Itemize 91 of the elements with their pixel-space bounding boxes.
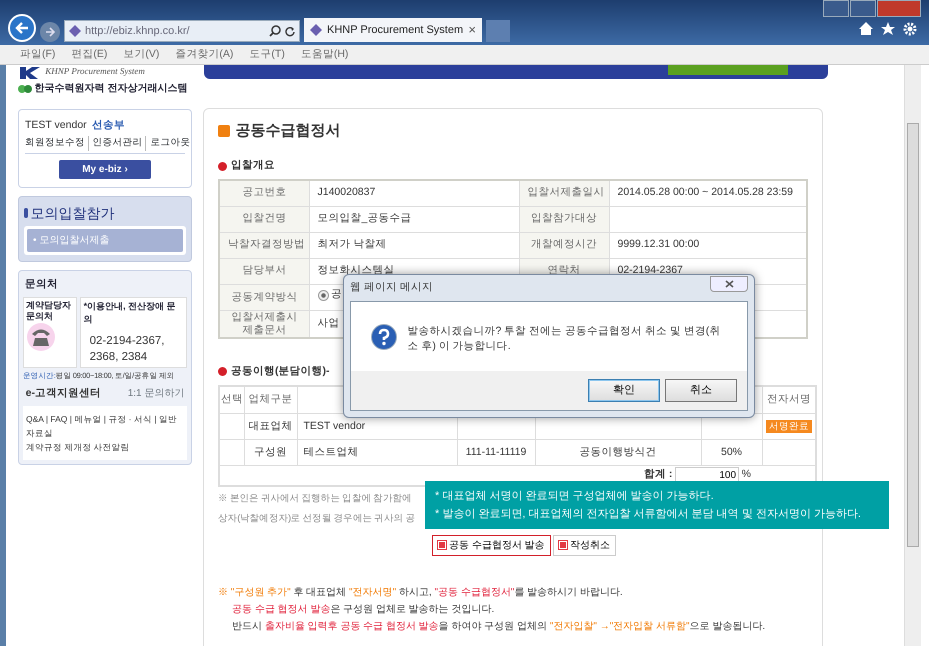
forward-button[interactable]	[40, 22, 60, 42]
tooltip-text: * 대표업체 서명이 완료되면 구성업체에 발송이 가능하다.	[435, 489, 715, 504]
telephone-icon	[26, 322, 56, 352]
table-cell: 대표업체	[244, 414, 297, 440]
company-name: TEST vendor	[25, 118, 87, 133]
leaf-logo-icon	[18, 82, 32, 95]
regulation-notice-link[interactable]: 계약규정 제개정 사전알림	[26, 440, 184, 454]
column-header: 업체구분	[244, 386, 297, 414]
menu-item[interactable]: 파일(F)	[20, 46, 56, 62]
logo-name: 한국수력원자력 전자상거래시스템	[34, 82, 188, 96]
radio-button[interactable]	[318, 290, 328, 301]
table-label: 공동계약방식	[219, 284, 309, 310]
note-text: 공동 수급 협정서 발송은 구성원 업체로 발송하는 것입니다.	[231, 602, 496, 616]
account-link[interactable]: 로그아웃	[145, 136, 190, 151]
search-icon[interactable]	[269, 25, 282, 37]
site-icon	[69, 25, 81, 37]
bullet-icon	[24, 208, 28, 218]
tab-title: KHNP Procurement System	[327, 22, 464, 38]
menu-item[interactable]: 편집(E)	[71, 46, 108, 62]
back-button[interactable]	[8, 14, 36, 42]
column-header: 선택	[219, 386, 244, 414]
action-button[interactable]: 공동 수급협정서 발송	[432, 534, 551, 556]
bullet-icon	[218, 367, 227, 376]
menu-item[interactable]: 즐겨찾기(A)	[175, 46, 234, 62]
back-arrow-icon	[15, 22, 29, 34]
phone-number: 02-2194-2367, 2368, 2384	[88, 334, 166, 365]
user-name: 선송부	[92, 118, 125, 133]
radio-label: 공	[331, 287, 342, 302]
account-link[interactable]: 인증서관리	[88, 136, 143, 151]
dialog-button[interactable]: 취소	[665, 379, 737, 402]
scrollbar[interactable]	[904, 65, 921, 646]
action-button[interactable]: 작성취소	[553, 534, 616, 556]
note-text: ※ "구성원 추가" 후 대표업체 "전자서명" 하시고, "공동 수급협정서"를 발송하시기 바랍니다.	[218, 586, 624, 600]
table-cell: J140020837	[309, 180, 519, 206]
notice-text: 상자(낙찰예정자)로 선정될 경우에는 귀사의 공	[218, 512, 415, 526]
note-text: 반드시 출자비율 입력후 공동 수급 협정서 발송을 하여야 구성원 업체의 "전자입찰" →"전자입찰 서류함"으로 발송됩니다.	[231, 620, 766, 634]
percent-unit: %	[742, 467, 751, 482]
table-cell: 모의입찰_공동수급	[309, 206, 519, 232]
table-label: 입찰건명	[219, 206, 309, 232]
total-label: 합계 :	[644, 467, 672, 482]
tab-close-button[interactable]: ×	[468, 20, 476, 40]
home-icon[interactable]	[859, 22, 873, 35]
address-bar[interactable]: http://ebiz.khnp.co.kr/	[64, 20, 300, 42]
menu-item[interactable]: 도구(T)	[249, 46, 285, 62]
table-label: 입찰서제출시 제출문서	[219, 310, 309, 338]
contact-card-title: 계약담당자 문의처	[26, 300, 72, 322]
browser-tab[interactable]: KHNP Procurement System ×	[304, 18, 482, 42]
inquiry-link[interactable]: 1:1 문의하기	[128, 386, 184, 402]
account-link[interactable]: 회원정보수정	[25, 136, 85, 151]
tooltip-text: * 발송이 완료되면, 대표업체의 전자입찰 서류함에서 분담 내역 및 전자서명이 가능하다.	[435, 507, 862, 522]
square-bullet-icon	[218, 125, 230, 137]
section-title: 입찰개요	[231, 158, 275, 174]
table-label: 공고번호	[219, 180, 309, 206]
table-label: 개찰예정시간	[519, 232, 609, 258]
star-icon[interactable]	[881, 22, 895, 35]
support-links[interactable]: Q&A | FAQ | 메뉴얼 | 규정 · 서식 | 일반자료실	[26, 412, 184, 440]
table-label: 입찰서제출일시	[519, 180, 609, 206]
dialog-button[interactable]: 확인	[588, 379, 660, 402]
support-center-title: e-고객지원센터	[26, 386, 101, 402]
signed-badge: 서명완료	[766, 420, 812, 433]
table-label: 담당부서	[219, 258, 309, 284]
address-text: http://ebiz.khnp.co.kr/	[85, 24, 190, 39]
table-cell: 최저가 낙찰제	[309, 232, 519, 258]
table-label: 입찰참가대상	[519, 206, 609, 232]
forward-arrow-icon	[45, 27, 55, 37]
refresh-icon[interactable]	[284, 26, 295, 36]
logo-subtitle: KHNP Procurement System	[45, 65, 145, 78]
question-icon	[371, 324, 397, 350]
table-cell: 111-11-11119	[457, 440, 535, 466]
bullet-icon	[218, 162, 227, 170]
page-title: 공동수급협정서	[235, 120, 340, 141]
sidebar-title: 모의입찰참가	[30, 204, 115, 222]
table-cell: 테스트업체	[297, 440, 457, 466]
my-ebiz-button[interactable]: My e-biz ›	[59, 160, 151, 178]
table-cell: 50%	[701, 440, 762, 466]
table-cell: 공동이행방식건	[535, 440, 701, 466]
dialog-close-button[interactable]	[710, 276, 748, 292]
maximize-button[interactable]	[850, 0, 876, 17]
menu-item[interactable]: 보기(V)	[123, 46, 160, 62]
minimize-button[interactable]	[823, 0, 849, 17]
close-icon	[724, 280, 734, 288]
site-icon	[310, 24, 322, 36]
contact-info-title: *이용안내, 전산장애 문의	[84, 300, 177, 326]
table-label: 낙찰자결정방법	[219, 232, 309, 258]
section-title: 공동이행(분담이행)-	[231, 364, 330, 379]
contact-title: 문의처	[25, 277, 59, 292]
settings-icon[interactable]	[903, 22, 917, 36]
logo-icon	[18, 66, 40, 78]
menu-item[interactable]: 도움말(H)	[300, 46, 348, 62]
table-cell: 구성원	[244, 440, 297, 466]
notice-text: ※ 본인은 귀사에서 집행하는 입찰에 참가함에	[218, 492, 412, 506]
